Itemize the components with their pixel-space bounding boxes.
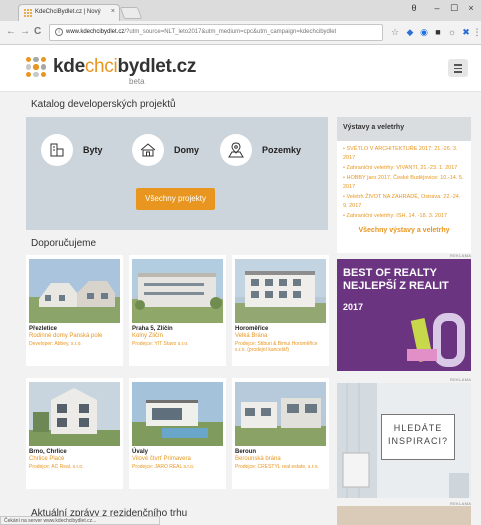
ad-banner-best-of-realty[interactable]: BEST OF REALTY NEJLEPŠÍ Z REALIT 2017 <box>337 259 471 371</box>
ad-label: REKLAMA <box>450 253 472 258</box>
ad-headline: BEST OF REALTY NEJLEPŠÍ Z REALIT <box>343 267 449 292</box>
maximize-button[interactable]: ☐ <box>445 3 463 14</box>
info-icon: i <box>55 28 63 36</box>
project-developer: Prodejce: CRESTYL real estate, s.r.o. <box>235 464 319 470</box>
extension-icon[interactable]: ◉ <box>419 27 429 37</box>
ad-banner-inspiration[interactable]: HLEDÁTE INSPIRACI? <box>337 383 471 498</box>
extension-icon[interactable]: ☼ <box>447 27 457 37</box>
catalog-item-byty[interactable]: Byty <box>41 134 103 166</box>
new-tab-button[interactable] <box>119 7 143 19</box>
all-projects-button[interactable]: Všechny projekty <box>136 188 215 210</box>
event-link[interactable]: • Zahraniční veletrhy: ISH, 14. -18. 3. … <box>343 212 465 221</box>
event-link[interactable]: • Veletrh ŽIVOT NA ZAHRADĚ, Ostrava: 22.… <box>343 193 465 211</box>
catalog-item-domy[interactable]: Domy <box>132 134 199 166</box>
ad-label: REKLAMA <box>450 377 472 382</box>
project-card[interactable]: Horoměřice Velká Brána Prodejce: Stiburi… <box>232 255 329 366</box>
project-developer: Prodejce: YIT Stavo s.r.o. <box>132 341 189 347</box>
project-developer: Developer: Abbey, s.r.o. <box>29 341 82 347</box>
logo-icon[interactable] <box>26 57 46 77</box>
back-icon[interactable]: ← <box>6 26 16 37</box>
tab-close-icon[interactable]: × <box>111 8 115 15</box>
project-location: Brno, Chrlice <box>29 449 67 455</box>
project-name[interactable]: Rodinné domy Panská pole <box>29 333 102 339</box>
menu-dots-icon[interactable]: ⋮ <box>472 27 481 37</box>
project-location: Beroun <box>235 449 256 455</box>
catalog-label: Pozemky <box>262 145 302 155</box>
house-icon <box>132 134 164 166</box>
minimize-button[interactable]: – <box>428 3 446 13</box>
events-title: Výstavy a veletrhy <box>337 117 471 141</box>
url-host: www.kdechcibydlet.cz <box>66 29 125 35</box>
recommended-title: Doporučujeme <box>31 238 97 249</box>
project-photo <box>235 259 326 323</box>
browser-status-bar: Čekání na server www.kdechcibydlet.cz... <box>0 516 160 525</box>
catalog-label: Byty <box>83 145 103 155</box>
project-photo <box>132 259 223 323</box>
browser-tabstrip: KdeChciBydlet.cz | Nový × θ – ☐ × <box>0 0 481 21</box>
ad-banner[interactable] <box>337 506 471 525</box>
logo[interactable]: kdechcibydlet.cz <box>53 56 196 78</box>
project-location: Úvaly <box>132 449 149 455</box>
reload-icon[interactable]: C <box>34 26 41 37</box>
project-developer: Prodejce: Stiburi & Bimui Horoměřice s.r… <box>235 341 318 353</box>
bookmark-star-icon[interactable]: ☆ <box>390 27 400 37</box>
project-developer: Prodejce: JARO REAL s.r.o. <box>132 464 195 470</box>
hamburger-menu-icon[interactable] <box>448 59 468 77</box>
project-developer: Prodejce: AC Real, s.r.o. <box>29 464 84 470</box>
catalog-title: Katalog developerských projektů <box>31 99 176 110</box>
ad-text-box: HLEDÁTE INSPIRACI? <box>381 414 455 460</box>
project-location: Horoměřice <box>235 326 269 332</box>
project-photo <box>235 382 326 446</box>
logo-beta: beta <box>129 77 145 86</box>
project-card[interactable]: Brno, Chrlice Chrlice Place Prodejce: AC… <box>26 378 123 489</box>
project-photo <box>29 259 120 323</box>
ad-year: 2017 <box>343 302 364 312</box>
favicon-icon <box>24 9 32 17</box>
project-card[interactable]: Úvaly Vilové čtvrť Primavera Prodejce: J… <box>129 378 226 489</box>
catalog-item-pozemky[interactable]: Pozemky <box>220 134 301 166</box>
all-events-link[interactable]: Všechny výstavy a veletrhy <box>337 227 471 234</box>
project-name[interactable]: Vilové čtvrť Primavera <box>132 456 191 462</box>
event-link[interactable]: • SVĚTLO V ARCHITEKTUŘE 2017: 21.-26. 3.… <box>343 145 465 163</box>
extension-icon[interactable]: ◆ <box>405 27 415 37</box>
event-link[interactable]: • HOBBY jaro 2017, České Budějovice: 10.… <box>343 174 465 192</box>
extension-icon[interactable]: ✖ <box>461 27 471 37</box>
browser-tab[interactable]: KdeChciBydlet.cz | Nový × <box>18 4 120 21</box>
site-header: kdechcibydlet.cz beta <box>0 45 481 92</box>
land-icon <box>220 134 252 166</box>
catalog-box: Byty Domy Pozemky <box>26 117 328 230</box>
project-name[interactable]: Velká Brána <box>235 333 267 339</box>
event-link[interactable]: • Zahraniční veletrhy: VIVANTI, 21.-23. … <box>343 164 465 173</box>
project-card[interactable]: Praha 5, Zličín Kolny Zličín Prodejce: Y… <box>129 255 226 366</box>
url-input[interactable]: i www.kdechcibydlet.cz/?utm_source=NLT_l… <box>49 24 383 41</box>
ad-number-graphic <box>407 313 465 367</box>
project-location: Přezletice <box>29 326 58 332</box>
main-content: Katalog developerských projektů Byty Dom… <box>0 92 481 525</box>
project-card[interactable]: Přezletice Rodinné domy Panská pole Deve… <box>26 255 123 366</box>
project-card[interactable]: Beroun Berounská brána Prodejce: CRESTYL… <box>232 378 329 489</box>
tab-title: KdeChciBydlet.cz | Nový <box>35 9 101 15</box>
forward-icon[interactable]: → <box>20 26 30 37</box>
catalog-label: Domy <box>174 145 200 155</box>
events-panel: Výstavy a veletrhy • SVĚTLO V ARCHITEKTU… <box>337 117 471 253</box>
user-icon[interactable]: θ <box>405 3 423 13</box>
project-photo <box>132 382 223 446</box>
project-location: Praha 5, Zličín <box>132 326 173 332</box>
url-path: /?utm_source=NLT_leto2017&utm_medium=cpc… <box>124 29 337 35</box>
project-photo <box>29 382 120 446</box>
project-name[interactable]: Chrlice Place <box>29 456 64 462</box>
apartment-icon <box>41 134 73 166</box>
close-window-button[interactable]: × <box>462 3 480 13</box>
address-bar-row: ← → C i www.kdechcibydlet.cz/?utm_source… <box>0 21 481 45</box>
project-name[interactable]: Kolny Zličín <box>132 333 163 339</box>
project-name[interactable]: Berounská brána <box>235 456 281 462</box>
extension-icon[interactable]: ■ <box>433 27 443 37</box>
